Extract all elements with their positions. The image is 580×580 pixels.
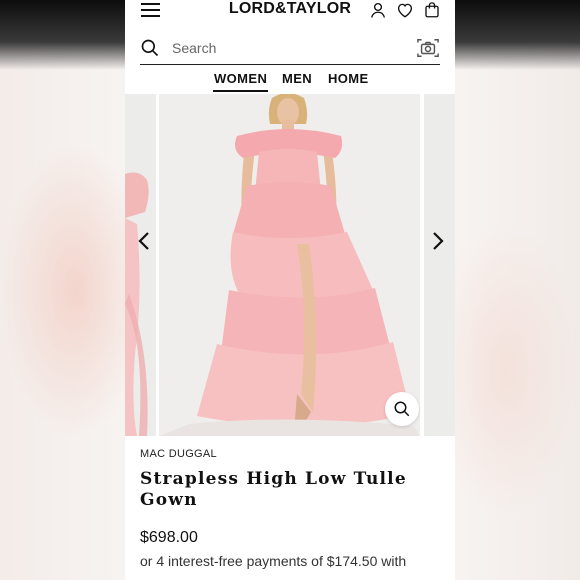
background-blur-left bbox=[0, 140, 125, 440]
carousel-previous-slide[interactable] bbox=[125, 94, 156, 436]
installment-info: or 4 interest-free payments of $174.50 w… bbox=[140, 553, 407, 569]
previous-product-image bbox=[125, 172, 149, 436]
search-icon[interactable] bbox=[140, 38, 160, 58]
camera-icon[interactable] bbox=[416, 37, 440, 59]
site-logo[interactable]: LORD&TAYLOR bbox=[225, 0, 355, 18]
chevron-left-icon[interactable] bbox=[137, 231, 151, 251]
product-price: $698.00 bbox=[140, 529, 198, 546]
background-blur-right bbox=[455, 220, 580, 520]
tab-women[interactable]: WOMEN bbox=[212, 71, 269, 92]
menu-icon[interactable] bbox=[141, 3, 160, 18]
product-image[interactable] bbox=[159, 94, 420, 436]
product-title: Strapless High Low Tulle Gown bbox=[140, 469, 407, 510]
chevron-right-icon[interactable] bbox=[431, 231, 445, 251]
category-tabs: WOMEN MEN HOME bbox=[125, 71, 455, 95]
mobile-screen: LORD&TAYLOR Search WOMEN MEN HOME MAC DU… bbox=[125, 0, 455, 580]
product-image-carousel[interactable] bbox=[125, 94, 455, 436]
product-brand[interactable]: MAC DUGGAL bbox=[140, 448, 217, 460]
zoom-icon bbox=[394, 401, 410, 417]
account-icon[interactable] bbox=[369, 1, 387, 19]
payment-provider-logo bbox=[140, 574, 230, 580]
shopping-bag-icon[interactable] bbox=[423, 1, 441, 19]
search-input[interactable]: Search bbox=[172, 40, 216, 56]
tab-men[interactable]: MEN bbox=[282, 71, 312, 86]
carousel-next-slide[interactable] bbox=[424, 94, 455, 436]
gown-photo bbox=[159, 94, 420, 436]
top-bar: LORD&TAYLOR bbox=[125, 0, 455, 24]
wishlist-heart-icon[interactable] bbox=[396, 1, 414, 19]
search-bar[interactable]: Search bbox=[140, 34, 440, 65]
tab-home[interactable]: HOME bbox=[328, 71, 369, 86]
zoom-button[interactable] bbox=[385, 392, 419, 426]
header-actions bbox=[369, 1, 441, 19]
